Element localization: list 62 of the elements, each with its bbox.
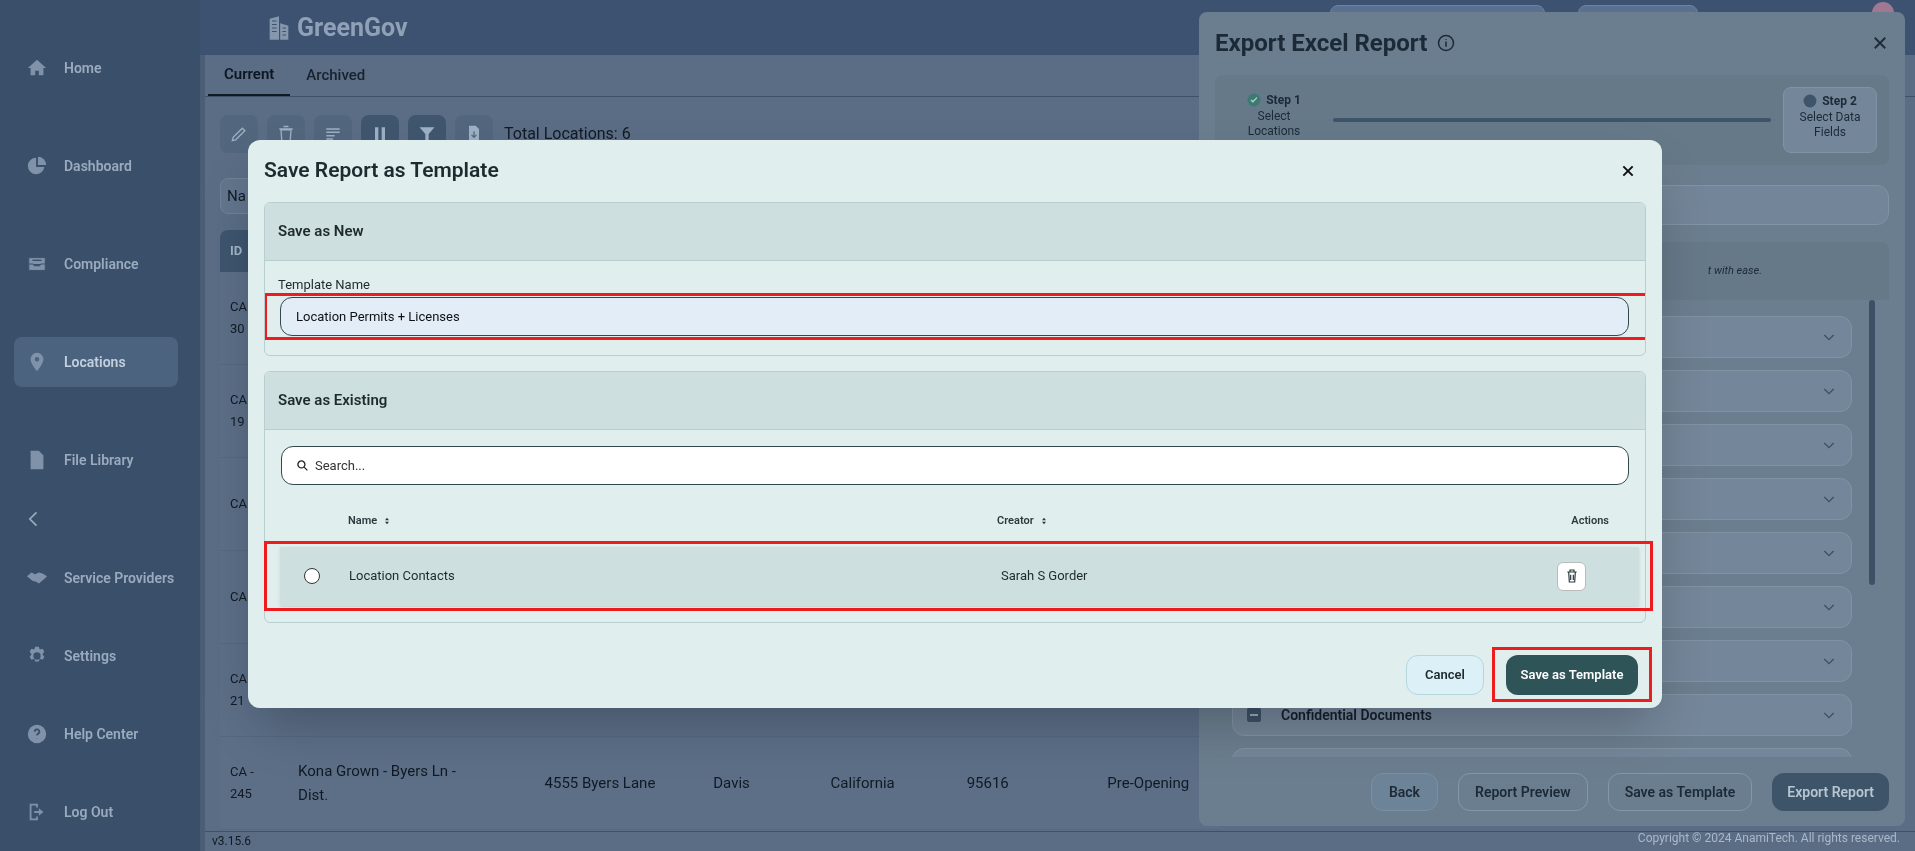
table-cell-text: 245	[230, 785, 252, 803]
info-icon	[1437, 34, 1456, 52]
pie-chart-icon	[26, 155, 48, 177]
footer-button[interactable]: Export Report	[1772, 773, 1889, 811]
table-cell-text: 21	[230, 692, 245, 710]
delete-button[interactable]	[1557, 561, 1586, 591]
column-header: ID	[230, 242, 243, 261]
sidebar-item[interactable]: Help Center	[14, 709, 178, 759]
search-field[interactable]: Search...	[281, 446, 1629, 485]
step[interactable]: Step 2 Select Data Fields	[1783, 87, 1877, 153]
tab[interactable]: Archived	[290, 55, 382, 96]
field-label: Template Name	[277, 276, 371, 294]
table-cell-text: Kona Grown - Byers Ln - Dist.	[298, 761, 457, 806]
version-label: v3.15.6	[212, 834, 252, 848]
footer-button[interactable]: Report Preview	[1458, 773, 1588, 811]
hint-text: t with ease.	[1707, 262, 1762, 279]
sidebar-item[interactable]: Locations	[14, 337, 178, 387]
column-header[interactable]: Actions	[1571, 512, 1609, 530]
table-cell-text: 30	[230, 320, 245, 338]
table-cell-text: CA	[230, 298, 247, 316]
dialog-button[interactable]: Cancel	[1406, 654, 1484, 695]
dialog-title: Save Report as Template	[264, 157, 499, 185]
logo: GreenGov	[297, 11, 408, 44]
scrollbar[interactable]	[1869, 300, 1875, 585]
table-cell-text: Davis	[713, 773, 751, 794]
help-icon	[26, 723, 48, 745]
close-icon[interactable]	[1620, 163, 1636, 179]
radio-button[interactable]	[304, 568, 320, 584]
sidebar-item[interactable]: Compliance	[14, 239, 178, 289]
panel-title: Export Excel Report	[1215, 28, 1428, 59]
table-row[interactable]: Location Contacts Sarah S Gorder	[280, 546, 1639, 606]
checkbox[interactable]	[1247, 708, 1261, 722]
table-cell-text: CA -	[230, 763, 254, 781]
table-cell-text: CA	[230, 670, 247, 688]
table-cell-text: 19	[230, 413, 245, 431]
column-header[interactable]: Creator	[997, 512, 1034, 530]
sidebar-item[interactable]: Service Providers	[14, 553, 178, 603]
section-heading: Save as New	[278, 221, 364, 243]
sidebar-item[interactable]: Settings	[14, 631, 178, 681]
footer-button[interactable]: Back	[1370, 773, 1438, 811]
dialog-button[interactable]: Save as Template	[1505, 654, 1639, 695]
toolbar-button[interactable]	[220, 115, 258, 153]
section-heading: Save as Existing	[278, 390, 388, 412]
table-cell-text: CA	[230, 588, 247, 606]
table-cell-text: California	[830, 773, 896, 794]
table-cell-text: CA	[230, 391, 247, 409]
search-icon	[296, 459, 309, 472]
template-name-field[interactable]: Location Permits + Licenses	[280, 297, 1629, 336]
copyright-text: Copyright © 2024 AnamiTech. All rights reserved.	[1637, 831, 1900, 845]
sidebar-item[interactable]: Home	[14, 43, 178, 93]
edit-icon	[229, 124, 249, 144]
footer-button[interactable]: Save as Template	[1607, 773, 1753, 811]
column-header[interactable]: Name	[348, 512, 378, 530]
sidebar-item[interactable]: Dashboard	[14, 141, 178, 191]
table-cell-text: CA	[230, 495, 247, 513]
table-cell-text: 4555 Byers Lane	[544, 773, 657, 794]
tab[interactable]: Current	[208, 55, 291, 96]
sidebar-item[interactable]: File Library	[14, 435, 178, 485]
total-count: Total Locations: 6	[504, 123, 631, 145]
sidebar-item[interactable]: Log Out	[14, 787, 178, 837]
table-cell-text: 95616	[966, 773, 1010, 794]
table-cell-text: Pre-Opening	[1107, 773, 1191, 794]
